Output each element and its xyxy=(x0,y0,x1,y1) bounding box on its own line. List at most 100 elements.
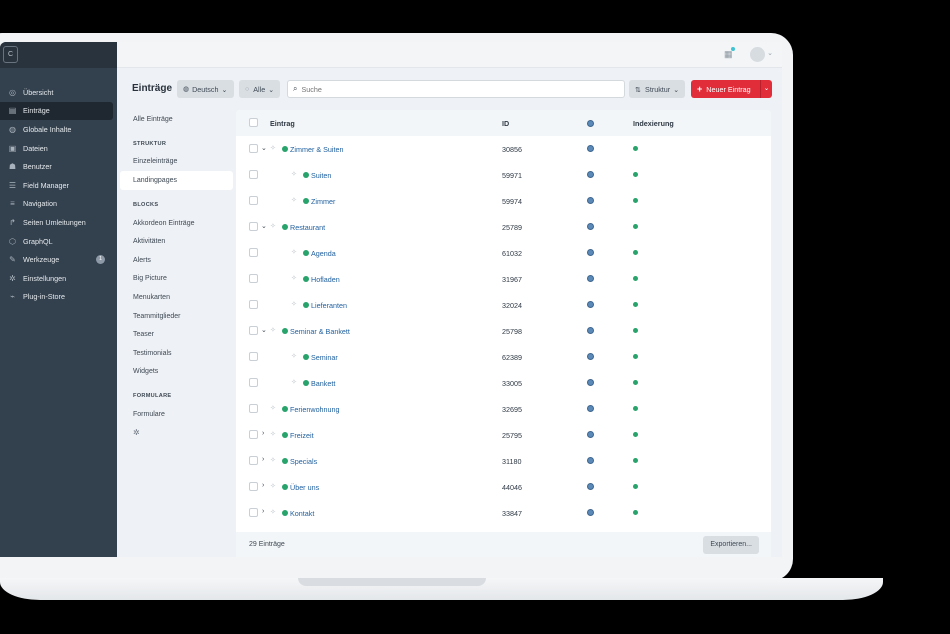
table-row[interactable]: ✧ Suiten 59971 xyxy=(236,162,771,188)
entry-title[interactable]: Restaurant xyxy=(290,223,325,232)
drag-handle-icon[interactable]: ✧ xyxy=(291,300,297,308)
source-item[interactable]: Akkordeon Einträge xyxy=(117,214,236,233)
entry-title[interactable]: Ferienwohnung xyxy=(290,405,340,414)
source-item[interactable]: Aktivitäten xyxy=(117,232,236,251)
table-row[interactable]: ✧ Ferienwohnung 32695 xyxy=(236,396,771,422)
entry-title[interactable]: Lieferanten xyxy=(311,301,347,310)
source-item[interactable]: Landingpages xyxy=(120,171,233,190)
entry-title[interactable]: Seminar xyxy=(311,353,338,362)
table-row[interactable]: ✧ Seminar 62389 xyxy=(236,344,771,370)
chevron-right-icon[interactable]: › xyxy=(262,508,264,515)
source-item[interactable]: Formulare xyxy=(117,405,236,424)
new-entry-dropdown[interactable]: ⌄ xyxy=(760,80,772,98)
drag-handle-icon[interactable]: ✧ xyxy=(270,430,276,438)
drag-handle-icon[interactable]: ✧ xyxy=(270,144,276,152)
entry-title[interactable]: Specials xyxy=(290,457,317,466)
chevron-down-icon[interactable]: ⌄ xyxy=(767,49,773,57)
table-row[interactable]: ✧ Agenda 61032 xyxy=(236,240,771,266)
column-index[interactable]: Indexierung xyxy=(633,119,674,128)
language-select[interactable]: ◍ Deutsch ⌄ xyxy=(177,80,234,98)
row-checkbox[interactable] xyxy=(249,482,258,491)
source-item[interactable]: Alerts xyxy=(117,251,236,270)
entry-title[interactable]: Kontakt xyxy=(290,509,314,518)
sidebar-item[interactable]: ↱ Seiten Umleitungen xyxy=(0,213,117,232)
sidebar-item[interactable]: ⌁ Plug-in-Store xyxy=(0,288,117,307)
entry-title[interactable]: Bankett xyxy=(311,379,335,388)
entry-title[interactable]: Über uns xyxy=(290,483,319,492)
row-checkbox[interactable] xyxy=(249,430,258,439)
drag-handle-icon[interactable]: ✧ xyxy=(270,222,276,230)
row-checkbox[interactable] xyxy=(249,326,258,335)
table-row[interactable]: ✧ Lieferanten 32024 xyxy=(236,292,771,318)
logo[interactable]: C xyxy=(3,46,18,63)
entry-title[interactable]: Zimmer xyxy=(311,197,335,206)
entry-title[interactable]: Freizeit xyxy=(290,431,314,440)
table-row[interactable]: ⌄ ✧ Zimmer & Suiten 30856 xyxy=(236,136,771,162)
source-item[interactable]: Big Picture xyxy=(117,270,236,289)
source-item[interactable]: Menukarten xyxy=(117,288,236,307)
sidebar-item[interactable]: ▣ Dateien xyxy=(0,139,117,158)
source-item[interactable]: Testimonials xyxy=(117,344,236,363)
source-item[interactable]: Einzeleinträge xyxy=(117,153,236,172)
drag-handle-icon[interactable]: ✧ xyxy=(270,456,276,464)
drag-handle-icon[interactable]: ✧ xyxy=(291,170,297,178)
drag-handle-icon[interactable]: ✧ xyxy=(270,326,276,334)
source-all-entries[interactable]: Alle Einträge xyxy=(117,110,236,129)
row-checkbox[interactable] xyxy=(249,170,258,179)
table-row[interactable]: ✧ Bankett 33005 xyxy=(236,370,771,396)
drag-handle-icon[interactable]: ✧ xyxy=(270,404,276,412)
drag-handle-icon[interactable]: ✧ xyxy=(270,508,276,516)
chevron-down-icon[interactable]: ⌄ xyxy=(261,222,267,230)
row-checkbox[interactable] xyxy=(249,508,258,517)
table-row[interactable]: ⌄ ✧ Restaurant 25789 xyxy=(236,214,771,240)
avatar[interactable] xyxy=(750,47,765,62)
entry-title[interactable]: Hofladen xyxy=(311,275,340,284)
status-select[interactable]: ○ Alle ⌄ xyxy=(239,80,281,98)
table-row[interactable]: › ✧ Specials 31180 xyxy=(236,448,771,474)
new-entry-button[interactable]: + Neuer Eintrag xyxy=(691,80,760,98)
row-checkbox[interactable] xyxy=(249,378,258,387)
row-checkbox[interactable] xyxy=(249,222,258,231)
row-checkbox[interactable] xyxy=(249,404,258,413)
sidebar-item[interactable]: ⬡ GraphQL xyxy=(0,232,117,251)
sidebar-item[interactable]: ☰ Field Manager xyxy=(0,176,117,195)
gear-icon[interactable]: ✲ xyxy=(117,428,236,437)
row-checkbox[interactable] xyxy=(249,352,258,361)
sidebar-item[interactable]: ☗ Benutzer xyxy=(0,157,117,176)
table-row[interactable]: › ✧ Kontakt 33847 xyxy=(236,500,771,526)
source-item[interactable]: Widgets xyxy=(117,363,236,382)
chevron-right-icon[interactable]: › xyxy=(262,456,264,463)
row-checkbox[interactable] xyxy=(249,300,258,309)
drag-handle-icon[interactable]: ✧ xyxy=(291,248,297,256)
sidebar-item[interactable]: ✲ Einstellungen xyxy=(0,269,117,288)
drag-handle-icon[interactable]: ✧ xyxy=(291,196,297,204)
sidebar-item[interactable]: ✎ Werkzeuge 1 xyxy=(0,250,117,269)
drag-handle-icon[interactable]: ✧ xyxy=(291,378,297,386)
sidebar-item[interactable]: ◎ Übersicht xyxy=(0,83,117,102)
source-item[interactable]: Teaser xyxy=(117,325,236,344)
table-row[interactable]: › ✧ Über uns 44046 xyxy=(236,474,771,500)
table-row[interactable]: ✧ Zimmer 59974 xyxy=(236,188,771,214)
table-row[interactable]: ⌄ ✧ Seminar & Bankett 25798 xyxy=(236,318,771,344)
entry-title[interactable]: Zimmer & Suiten xyxy=(290,145,344,154)
row-checkbox[interactable] xyxy=(249,456,258,465)
select-all-checkbox[interactable] xyxy=(249,118,258,127)
column-id[interactable]: ID xyxy=(502,119,509,128)
structure-button[interactable]: ⇅ Struktur ⌄ xyxy=(629,80,686,98)
entry-title[interactable]: Seminar & Bankett xyxy=(290,327,350,336)
chevron-down-icon[interactable]: ⌄ xyxy=(261,326,267,334)
sidebar-item[interactable]: ◍ Globale Inhalte xyxy=(0,120,117,139)
source-item[interactable]: Teammitglieder xyxy=(117,307,236,326)
search-input[interactable] xyxy=(301,84,602,94)
drag-handle-icon[interactable]: ✧ xyxy=(291,274,297,282)
sidebar-item[interactable]: ▤ Einträge xyxy=(0,101,113,121)
drag-handle-icon[interactable]: ✧ xyxy=(291,352,297,360)
table-row[interactable]: ✧ Hofladen 31967 xyxy=(236,266,771,292)
entry-title[interactable]: Agenda xyxy=(311,249,336,258)
row-checkbox[interactable] xyxy=(249,248,258,257)
export-button[interactable]: Exportieren... xyxy=(703,536,759,554)
row-checkbox[interactable] xyxy=(249,274,258,283)
row-checkbox[interactable] xyxy=(249,144,258,153)
chevron-right-icon[interactable]: › xyxy=(262,482,264,489)
table-row[interactable]: › ✧ Freizeit 25795 xyxy=(236,422,771,448)
